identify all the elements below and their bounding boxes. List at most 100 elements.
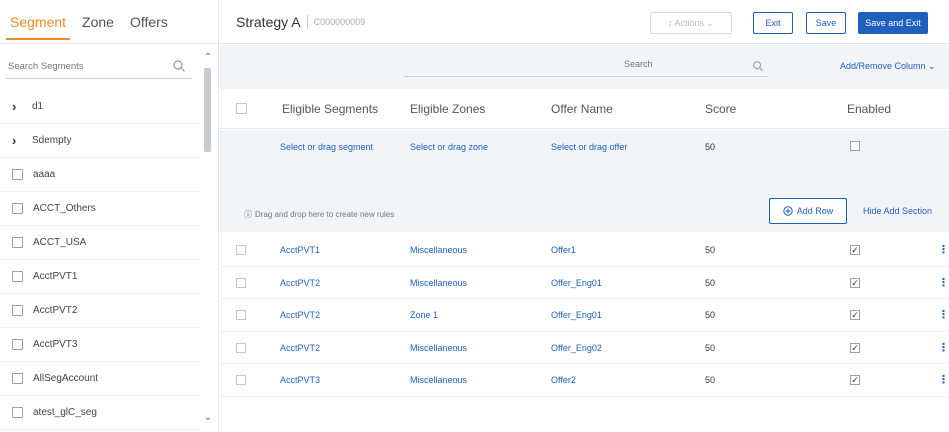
row-enabled-checkbox[interactable]: ✓ [850, 342, 860, 353]
segment-item[interactable]: AllSegAccount [0, 362, 200, 396]
row-score[interactable]: 50 [705, 267, 715, 299]
segment-checkbox[interactable] [12, 305, 23, 316]
more-options-icon[interactable]: ⋮ [938, 299, 949, 331]
select-all-checkbox[interactable] [236, 103, 247, 114]
row-offer[interactable]: Offer_Eng01 [551, 299, 602, 331]
column-eligible-zones[interactable]: Eligible Zones [410, 89, 485, 129]
segment-label: AcctPVT2 [33, 305, 78, 316]
more-options-icon[interactable]: ⋮ [938, 364, 949, 396]
search-icon[interactable] [172, 59, 186, 73]
table-row[interactable]: AcctPVT1 Miscellaneous Offer1 50 ✓ ⋮ [220, 234, 949, 267]
column-eligible-segments[interactable]: Eligible Segments [282, 89, 378, 129]
segment-checkbox[interactable] [12, 373, 23, 384]
new-row-score[interactable]: 50 [705, 142, 715, 152]
more-options-icon[interactable]: ⋮ [938, 234, 949, 266]
tab-zone[interactable]: Zone [82, 0, 114, 44]
chevron-right-icon[interactable]: › [12, 99, 24, 114]
segment-list-scrollbar[interactable]: ⌃ ⌄ [202, 52, 214, 424]
row-checkbox[interactable] [236, 375, 246, 386]
chevron-right-icon[interactable]: › [12, 133, 24, 148]
row-offer[interactable]: Offer1 [551, 234, 576, 266]
segment-checkbox[interactable] [12, 203, 23, 214]
segment-item[interactable]: AcctPVT1 [0, 260, 200, 294]
column-offer-name[interactable]: Offer Name [551, 89, 613, 129]
row-offer[interactable]: Offer_Eng01 [551, 267, 602, 299]
segment-item[interactable]: AcctPVT3 [0, 328, 200, 362]
tab-segment[interactable]: Segment [5, 0, 71, 44]
row-zone[interactable]: Miscellaneous [410, 234, 467, 266]
save-and-exit-button[interactable]: Save and Exit [858, 12, 928, 34]
row-score[interactable]: 50 [705, 234, 715, 266]
row-segment[interactable]: AcctPVT2 [280, 299, 320, 331]
row-checkbox[interactable] [236, 245, 246, 255]
row-zone[interactable]: Miscellaneous [410, 364, 467, 396]
table-row[interactable]: AcctPVT3 Miscellaneous Offer2 50 ✓ ⋮ [220, 364, 949, 397]
table-search-input[interactable] [624, 59, 734, 69]
segment-item[interactable]: ACCT_USA [0, 226, 200, 260]
row-segment[interactable]: AcctPVT3 [280, 364, 320, 396]
row-score[interactable]: 50 [705, 332, 715, 364]
segment-item[interactable]: aaaa [0, 158, 200, 192]
page-title: Strategy A [236, 13, 301, 30]
row-score[interactable]: 50 [705, 364, 715, 396]
row-offer[interactable]: Offer2 [551, 364, 576, 396]
column-enabled[interactable]: Enabled [847, 89, 891, 129]
library-tabs: Segment Zone Offers [0, 0, 218, 44]
title-divider [306, 14, 308, 29]
row-checkbox[interactable] [236, 342, 246, 353]
segment-item[interactable]: atest_glC_seg [0, 396, 200, 430]
save-button[interactable]: Save [806, 12, 846, 34]
row-score[interactable]: 50 [705, 299, 715, 331]
row-enabled-checkbox[interactable]: ✓ [850, 310, 860, 321]
row-zone[interactable]: Miscellaneous [410, 267, 467, 299]
segment-drop-target[interactable]: Select or drag segment [280, 142, 373, 152]
tab-offers[interactable]: Offers [130, 0, 168, 44]
segment-label: atest_glC_seg [33, 407, 97, 418]
segment-group-sdempty[interactable]: › Sdempty [0, 124, 200, 158]
segment-label: Sdempty [32, 135, 72, 146]
segment-group-d1[interactable]: › d1 [0, 90, 200, 124]
segment-checkbox[interactable] [12, 237, 23, 248]
table-row[interactable]: AcctPVT2 Miscellaneous Offer_Eng01 50 ✓ … [220, 267, 949, 300]
scroll-up-icon[interactable]: ⌃ [202, 52, 214, 64]
search-icon[interactable] [752, 60, 764, 72]
segment-label: aaaa [33, 169, 56, 180]
row-enabled-checkbox[interactable]: ✓ [850, 375, 860, 386]
row-segment[interactable]: AcctPVT2 [280, 332, 320, 364]
row-zone[interactable]: Miscellaneous [410, 332, 467, 364]
table-row[interactable]: AcctPVT2 Miscellaneous Offer_Eng02 50 ✓ … [220, 332, 949, 365]
new-row-enabled-checkbox[interactable] [850, 141, 860, 151]
column-score[interactable]: Score [705, 89, 736, 129]
segment-label: AcctPVT3 [33, 339, 78, 350]
row-checkbox[interactable] [236, 310, 246, 321]
row-enabled-checkbox[interactable]: ✓ [850, 277, 860, 288]
more-options-icon[interactable]: ⋮ [938, 332, 949, 364]
offer-drop-target[interactable]: Select or drag offer [551, 142, 627, 152]
add-row-button[interactable]: Add Row [769, 198, 847, 224]
strategy-editor: Segment Zone Offers ⌃ ⌄ › d1 › Sdempty a… [0, 0, 949, 432]
segment-checkbox[interactable] [12, 271, 23, 282]
scroll-down-icon[interactable]: ⌄ [202, 412, 214, 424]
plus-circle-icon [783, 206, 793, 216]
add-remove-column-dropdown[interactable]: Add/Remove Column ⌄ [840, 61, 936, 72]
zone-drop-target[interactable]: Select or drag zone [410, 142, 488, 152]
segment-item[interactable]: AcctPVT2 [0, 294, 200, 328]
row-offer[interactable]: Offer_Eng02 [551, 332, 602, 364]
row-zone[interactable]: Zone 1 [410, 299, 438, 331]
segment-checkbox[interactable] [12, 407, 23, 418]
segment-checkbox[interactable] [12, 169, 23, 180]
table-row[interactable]: AcctPVT2 Zone 1 Offer_Eng01 50 ✓ ⋮ [220, 299, 949, 332]
more-options-icon[interactable]: ⋮ [938, 267, 949, 299]
hide-add-section-link[interactable]: Hide Add Section [863, 206, 932, 216]
segment-checkbox[interactable] [12, 339, 23, 350]
rules-table-body: AcctPVT1 Miscellaneous Offer1 50 ✓ ⋮ Acc… [220, 234, 949, 397]
actions-dropdown[interactable]: ↕ Actions ⌄ [650, 12, 732, 34]
row-checkbox[interactable] [236, 277, 246, 288]
row-segment[interactable]: AcctPVT1 [280, 234, 320, 266]
segment-search-input[interactable] [6, 55, 166, 77]
exit-button[interactable]: Exit [753, 12, 793, 34]
row-enabled-checkbox[interactable]: ✓ [850, 245, 860, 255]
segment-item[interactable]: ACCT_Others [0, 192, 200, 226]
row-segment[interactable]: AcctPVT2 [280, 267, 320, 299]
scrollbar-thumb[interactable] [204, 68, 211, 152]
